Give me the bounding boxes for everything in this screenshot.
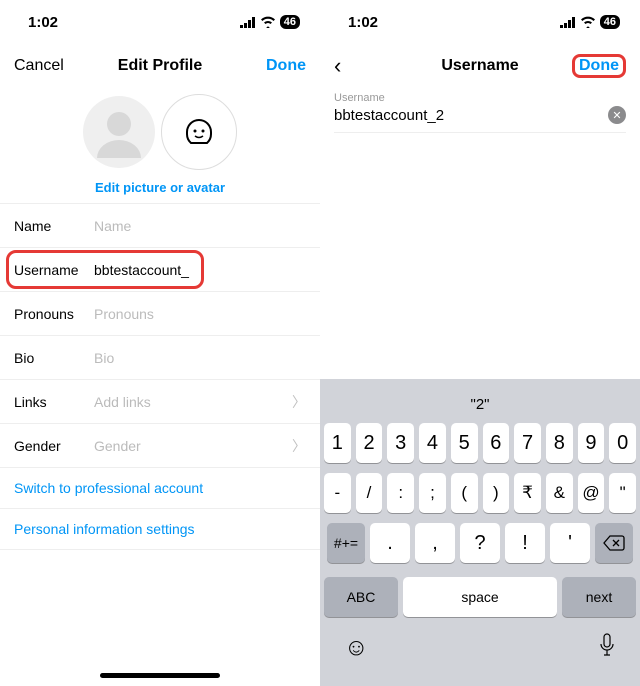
chevron-right-icon: 〉 <box>292 392 306 412</box>
gender-placeholder: Gender <box>94 438 292 454</box>
status-icons: 46 <box>240 15 300 29</box>
key-)[interactable]: ) <box>483 473 510 513</box>
keyboard: "2" 1234567890 -/:;()₹&@" #+=.,?!' ABC s… <box>320 379 640 686</box>
space-key[interactable]: space <box>403 577 557 617</box>
done-button[interactable]: Done <box>266 57 306 75</box>
personal-info-link[interactable]: Personal information settings <box>0 509 320 550</box>
key-.[interactable]: . <box>370 523 410 563</box>
name-label: Name <box>14 218 94 234</box>
username-label: Username <box>14 262 94 278</box>
abc-key[interactable]: ABC <box>324 577 398 617</box>
key-5[interactable]: 5 <box>451 423 478 463</box>
key-?[interactable]: ? <box>460 523 500 563</box>
key--[interactable]: - <box>324 473 351 513</box>
key-:[interactable]: : <box>387 473 414 513</box>
pronouns-placeholder: Pronouns <box>94 306 306 322</box>
cell-signal-icon <box>240 17 256 28</box>
next-key[interactable]: next <box>562 577 636 617</box>
chevron-right-icon: 〉 <box>292 436 306 456</box>
home-indicator[interactable] <box>100 673 220 678</box>
key-3[interactable]: 3 <box>387 423 414 463</box>
close-icon: ✕ <box>612 109 621 122</box>
nav-bar: ‹ Username Done <box>320 44 640 88</box>
suggestion-bar: "2" <box>320 385 640 423</box>
key-0[interactable]: 0 <box>609 423 636 463</box>
username-input[interactable] <box>334 107 608 124</box>
cell-signal-icon <box>560 17 576 28</box>
battery-icon: 46 <box>280 15 300 29</box>
username-edit-screen: 1:02 46 ‹ Username Done Username ✕ "2" 1… <box>320 0 640 686</box>
gender-row[interactable]: Gender Gender 〉 <box>0 424 320 468</box>
status-bar: 1:02 46 <box>320 0 640 44</box>
keyboard-row-3: #+=.,?!' <box>324 523 636 563</box>
username-field: Username ✕ <box>320 88 640 133</box>
key-([interactable]: ( <box>451 473 478 513</box>
key-9[interactable]: 9 <box>578 423 605 463</box>
username-row[interactable]: Username bbtestaccount_ <box>0 248 320 292</box>
links-placeholder: Add links <box>94 394 292 410</box>
done-button[interactable]: Done <box>572 54 626 78</box>
nav-bar: Cancel Edit Profile Done <box>0 44 320 88</box>
key-6[interactable]: 6 <box>483 423 510 463</box>
links-row[interactable]: Links Add links 〉 <box>0 380 320 424</box>
wifi-icon <box>580 16 596 28</box>
nav-title: Edit Profile <box>118 57 202 75</box>
keyboard-row-2: -/:;()₹&@" <box>324 473 636 513</box>
key-#+=[interactable]: #+= <box>327 523 365 563</box>
bio-label: Bio <box>14 350 94 366</box>
bio-placeholder: Bio <box>94 350 306 366</box>
key-7[interactable]: 7 <box>514 423 541 463</box>
back-button[interactable]: ‹ <box>334 53 341 79</box>
name-row[interactable]: Name Name <box>0 204 320 248</box>
key-![interactable]: ! <box>505 523 545 563</box>
key-1[interactable]: 1 <box>324 423 351 463</box>
edit-picture-link[interactable]: Edit picture or avatar <box>95 180 225 195</box>
key-"[interactable]: " <box>609 473 636 513</box>
username-field-label: Username <box>334 92 626 104</box>
suggestion[interactable]: "2" <box>471 396 490 413</box>
pronouns-label: Pronouns <box>14 306 94 322</box>
battery-icon: 46 <box>600 15 620 29</box>
key-2[interactable]: 2 <box>356 423 383 463</box>
cancel-button[interactable]: Cancel <box>14 57 64 75</box>
name-placeholder: Name <box>94 218 306 234</box>
key-'[interactable]: ' <box>550 523 590 563</box>
status-time: 1:02 <box>348 14 378 31</box>
key-@[interactable]: @ <box>578 473 605 513</box>
links-label: Links <box>14 394 94 410</box>
pronouns-row[interactable]: Pronouns Pronouns <box>0 292 320 336</box>
emoji-button[interactable]: ☺ <box>344 634 369 662</box>
avatar-placeholder-icon <box>85 98 153 166</box>
key-8[interactable]: 8 <box>546 423 573 463</box>
avatar-button[interactable] <box>161 94 237 170</box>
avatar-section: Edit picture or avatar <box>0 88 320 203</box>
nav-title: Username <box>441 57 518 75</box>
clear-button[interactable]: ✕ <box>608 106 626 124</box>
status-icons: 46 <box>560 15 620 29</box>
key-;[interactable]: ; <box>419 473 446 513</box>
avatar-face-icon <box>184 117 214 147</box>
mic-button[interactable] <box>598 633 616 662</box>
keyboard-row-1: 1234567890 <box>324 423 636 463</box>
mic-icon <box>598 633 616 657</box>
bio-row[interactable]: Bio Bio <box>0 336 320 380</box>
key-&[interactable]: & <box>546 473 573 513</box>
key-,[interactable]: , <box>415 523 455 563</box>
status-time: 1:02 <box>28 14 58 31</box>
username-value: bbtestaccount_ <box>94 262 306 278</box>
backspace-key[interactable] <box>595 523 633 563</box>
key-/[interactable]: / <box>356 473 383 513</box>
gender-label: Gender <box>14 438 94 454</box>
status-bar: 1:02 46 <box>0 0 320 44</box>
profile-picture[interactable] <box>83 96 155 168</box>
key-4[interactable]: 4 <box>419 423 446 463</box>
edit-profile-screen: 1:02 46 Cancel Edit Profile Done Edit pi… <box>0 0 320 686</box>
professional-account-link[interactable]: Switch to professional account <box>0 468 320 509</box>
backspace-icon <box>603 535 625 551</box>
key-₹[interactable]: ₹ <box>514 473 541 513</box>
wifi-icon <box>260 16 276 28</box>
profile-form: Name Name Username bbtestaccount_ Pronou… <box>0 203 320 550</box>
